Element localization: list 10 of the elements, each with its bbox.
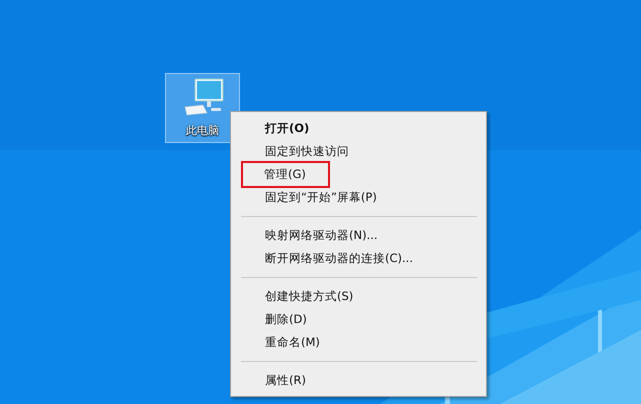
menu-item[interactable]: 断开网络驱动器的连接(C)... — [231, 247, 413, 270]
menu-item[interactable]: 固定到快速访问 — [231, 140, 349, 163]
menu-item[interactable]: 创建快捷方式(S) — [231, 285, 354, 308]
menu-item[interactable]: 删除(D) — [231, 308, 307, 331]
icon-label: 此电脑 — [186, 123, 219, 138]
menu-item[interactable]: 固定到“开始”屏幕(P) — [231, 186, 377, 209]
menu-item[interactable]: 映射网络驱动器(N)... — [231, 224, 378, 247]
menu-item[interactable]: 管理(G) — [243, 163, 328, 186]
menu-item[interactable]: 重命名(M) — [231, 331, 320, 354]
menu-item[interactable]: 属性(R) — [231, 369, 306, 392]
